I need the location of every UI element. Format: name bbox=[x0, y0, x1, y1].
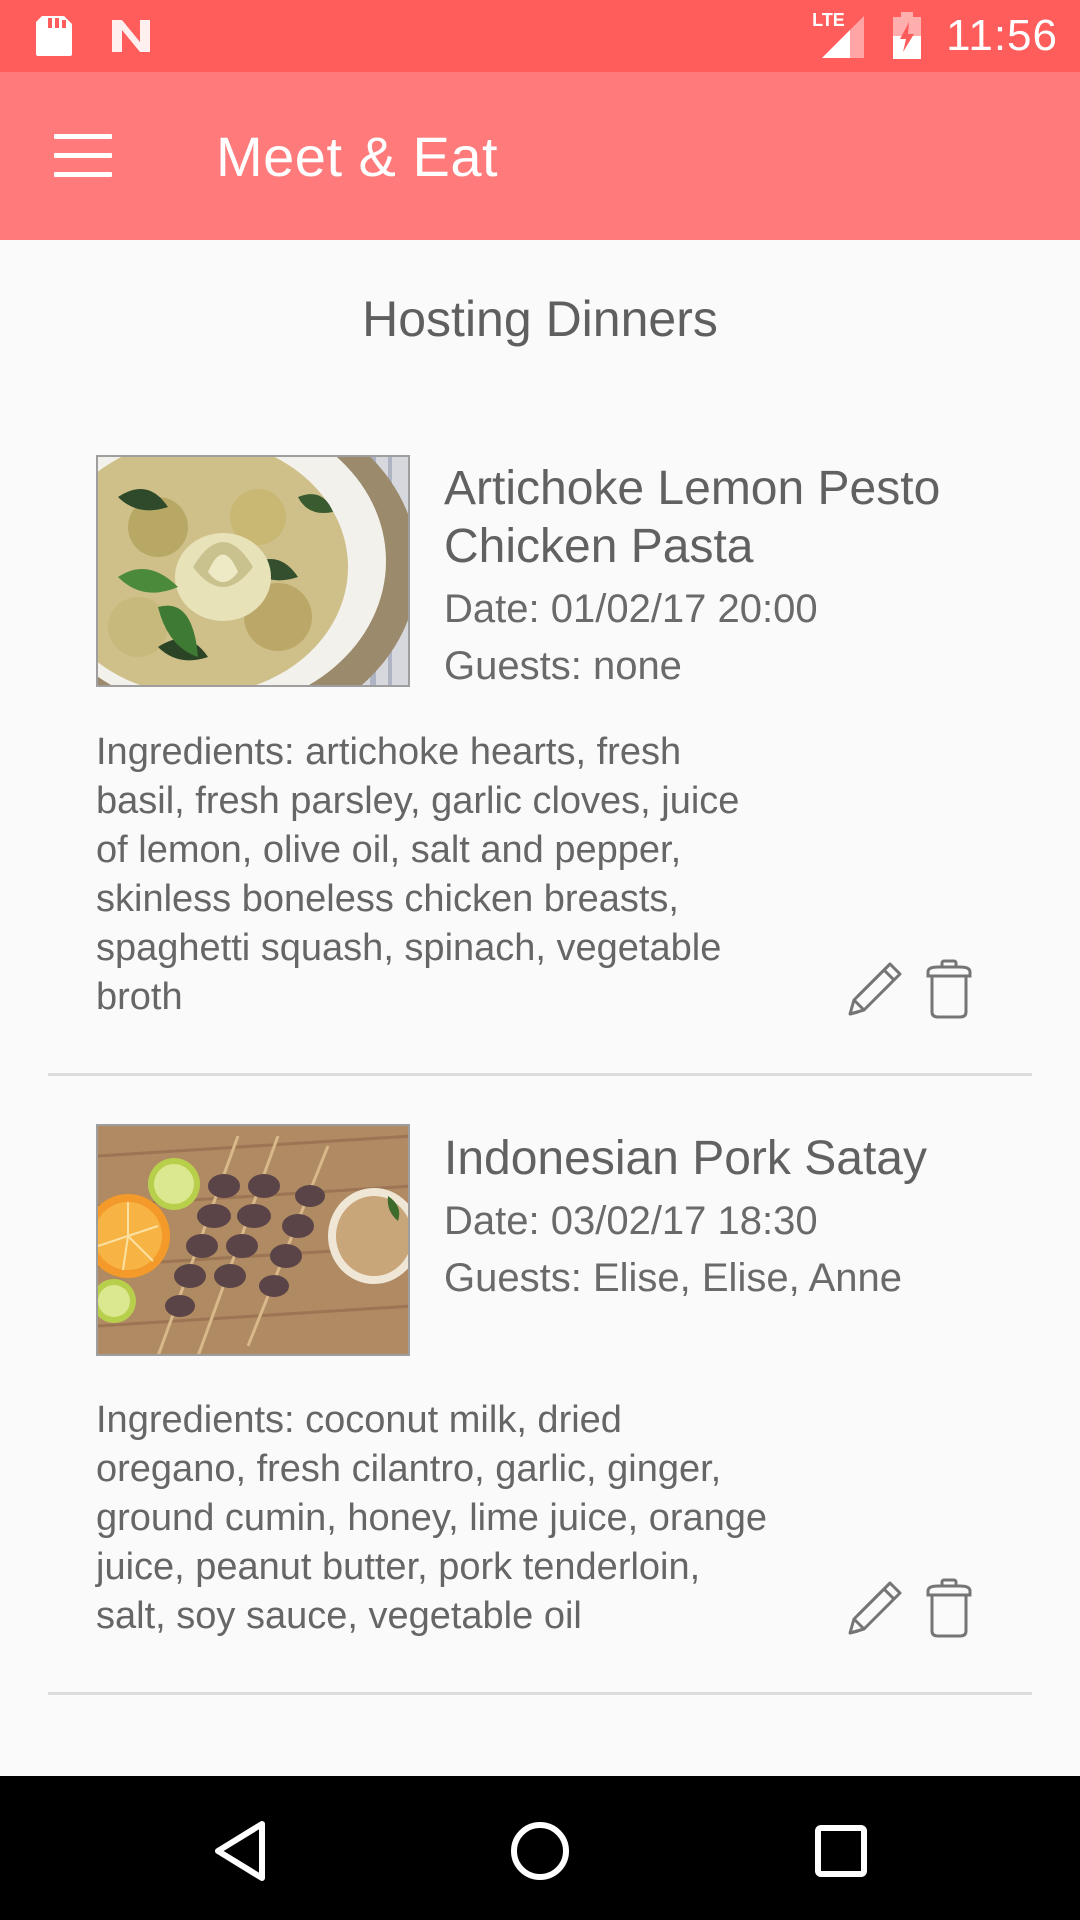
status-bar: LTE 11:56 bbox=[0, 0, 1080, 72]
ingredients-line: spaghetti squash, spinach, vegetable bbox=[96, 927, 722, 969]
home-icon[interactable] bbox=[505, 1816, 575, 1886]
dinner-ingredients: Ingredients: artichoke hearts, fresh bas… bbox=[96, 728, 836, 1022]
dinner-title-line: Artichoke Lemon Pesto bbox=[444, 462, 941, 515]
card-divider bbox=[48, 1073, 1032, 1076]
ingredients-line: oregano, fresh cilantro, garlic, ginger, bbox=[96, 1448, 722, 1490]
card-divider bbox=[48, 1692, 1032, 1695]
status-clock: 11:56 bbox=[946, 11, 1058, 60]
ingredients-line: salt, soy sauce, vegetable oil bbox=[96, 1595, 582, 1637]
system-nav-bar bbox=[0, 1776, 1080, 1920]
ingredients-line: skinless boneless chicken breasts, bbox=[96, 878, 679, 920]
dinner-title: Indonesian Pork Satay bbox=[444, 1130, 1004, 1188]
hamburger-menu-icon[interactable] bbox=[54, 134, 112, 178]
ingredients-line: juice, peanut butter, pork tenderloin, bbox=[96, 1546, 701, 1588]
dinner-title: Artichoke Lemon Pesto Chicken Pasta bbox=[444, 460, 1004, 576]
dinner-guests: Guests: Elise, Elise, Anne bbox=[444, 1256, 903, 1300]
satay-skewers-photo bbox=[96, 1124, 410, 1356]
edit-pencil-icon[interactable] bbox=[844, 958, 906, 1020]
app-title: Meet & Eat bbox=[216, 125, 499, 188]
back-icon[interactable] bbox=[206, 1816, 276, 1886]
ingredients-line: ground cumin, honey, lime juice, orange bbox=[96, 1497, 768, 1539]
battery-icon bbox=[893, 12, 922, 59]
signal-icon bbox=[822, 16, 865, 58]
edit-pencil-icon[interactable] bbox=[844, 1577, 906, 1639]
app-bar: Meet & Eat bbox=[0, 72, 1080, 240]
delete-trash-icon[interactable] bbox=[918, 958, 980, 1020]
dinner-date: Date: 01/02/17 20:00 bbox=[444, 587, 818, 631]
ingredients-line: basil, fresh parsley, garlic cloves, jui… bbox=[96, 780, 740, 822]
ingredients-line: Ingredients: artichoke hearts, fresh bbox=[96, 731, 682, 773]
delete-trash-icon[interactable] bbox=[918, 1577, 980, 1639]
dinner-title-line: Indonesian Pork Satay bbox=[444, 1132, 927, 1185]
page-heading: Hosting Dinners bbox=[362, 291, 718, 347]
ingredients-line: Ingredients: coconut milk, dried bbox=[96, 1399, 622, 1441]
ingredients-line: of lemon, olive oil, salt and pepper, bbox=[96, 829, 682, 871]
n-logo-icon bbox=[112, 20, 150, 52]
dinner-ingredients: Ingredients: coconut milk, dried oregano… bbox=[96, 1396, 836, 1641]
pasta-dish-photo bbox=[96, 455, 410, 687]
dinner-title-line: Chicken Pasta bbox=[444, 520, 754, 573]
dinner-date: Date: 03/02/17 18:30 bbox=[444, 1199, 818, 1243]
sd-card-icon bbox=[36, 16, 72, 56]
recents-icon[interactable] bbox=[806, 1816, 876, 1886]
dinner-guests: Guests: none bbox=[444, 644, 682, 688]
ingredients-line: broth bbox=[96, 976, 183, 1018]
